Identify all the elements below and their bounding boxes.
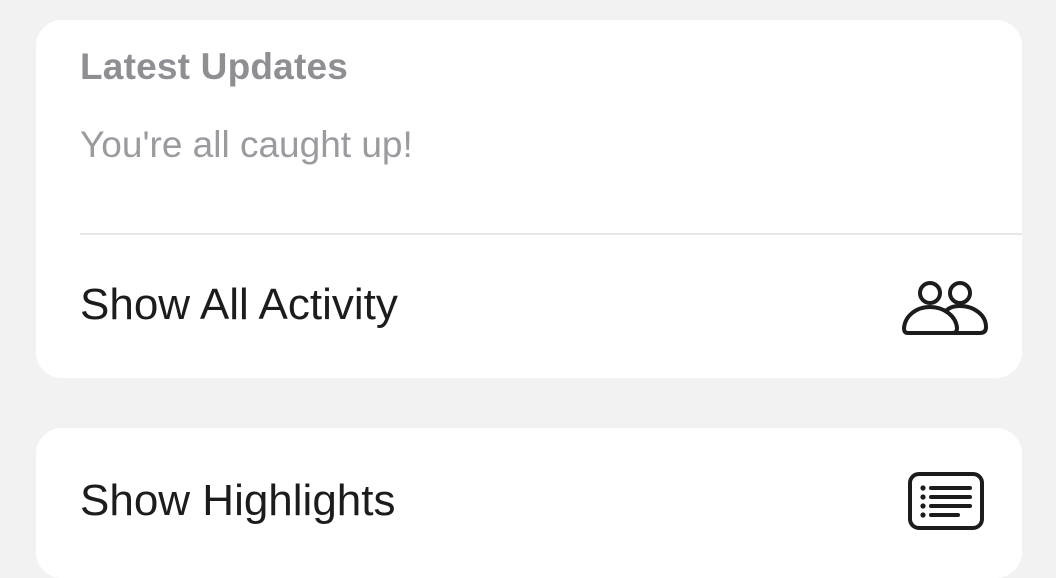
show-all-activity-label: Show All Activity: [80, 280, 398, 329]
latest-updates-title: Latest Updates: [80, 46, 349, 87]
show-highlights-button[interactable]: Show Highlights: [36, 428, 1022, 578]
show-highlights-label: Show Highlights: [80, 476, 396, 525]
show-all-activity-button[interactable]: Show All Activity: [36, 235, 1022, 378]
highlights-card: Show Highlights: [36, 428, 1022, 578]
list-icon: [908, 472, 984, 530]
caught-up-message: You're all caught up!: [80, 124, 413, 165]
people-icon: [902, 281, 988, 335]
latest-updates-card: Latest Updates You're all caught up! Sho…: [36, 20, 1022, 378]
